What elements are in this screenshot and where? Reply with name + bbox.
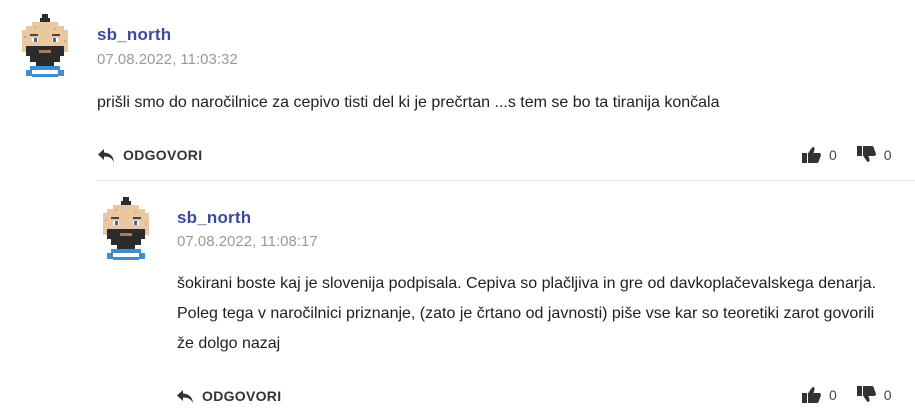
thumbs-up-icon <box>802 387 821 403</box>
like-button[interactable]: 0 <box>802 386 837 404</box>
comment-text: šokirani boste kaj je slovenija podpisal… <box>177 275 877 352</box>
comment-text: prišli smo do naročilnice za cepivo tist… <box>97 94 720 111</box>
comment-date: 07.08.2022, 11:03:32 <box>97 51 238 68</box>
dislike-count: 0 <box>883 387 892 403</box>
like-button[interactable]: 0 <box>802 146 837 164</box>
comment-reply: sb_north 07.08.2022, 11:08:17 šokirani b… <box>0 180 915 417</box>
reply-button[interactable]: ODGOVORI <box>177 388 281 404</box>
reply-button[interactable]: ODGOVORI <box>98 147 202 163</box>
thumbs-up-icon <box>802 147 821 163</box>
reply-arrow-icon <box>98 149 114 162</box>
thumbs-down-icon <box>856 386 876 402</box>
dislike-button[interactable]: 0 <box>856 146 892 164</box>
pixel-avatar-icon <box>22 14 68 77</box>
comment-author[interactable]: sb_north <box>177 208 251 228</box>
vote-controls: 0 0 <box>802 146 892 164</box>
comment-author[interactable]: sb_north <box>97 25 171 45</box>
thumbs-down-icon <box>856 146 876 162</box>
dislike-count: 0 <box>883 147 892 163</box>
comment-date: 07.08.2022, 11:08:17 <box>177 233 318 250</box>
reply-arrow-icon <box>177 390 193 403</box>
reply-label: ODGOVORI <box>202 388 282 404</box>
vote-controls: 0 0 <box>802 386 892 404</box>
like-count: 0 <box>829 147 837 163</box>
like-count: 0 <box>829 387 837 403</box>
reply-label: ODGOVORI <box>123 147 203 163</box>
comment: sb_north 07.08.2022, 11:03:32 prišli smo… <box>0 0 915 180</box>
dislike-button[interactable]: 0 <box>856 386 892 404</box>
pixel-avatar-icon <box>103 197 149 260</box>
